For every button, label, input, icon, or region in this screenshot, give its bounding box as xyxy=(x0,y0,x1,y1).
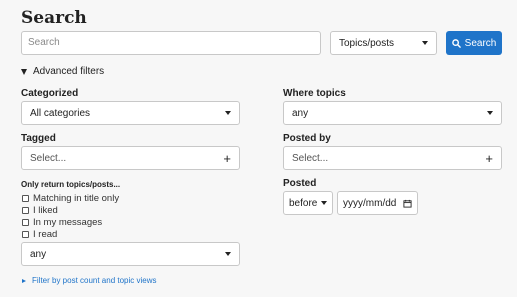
posted-by-placeholder: Select... xyxy=(292,152,329,164)
tag-select[interactable]: Select... + xyxy=(21,146,240,170)
chevron-down-icon xyxy=(487,111,493,115)
checkbox-box[interactable] xyxy=(22,195,29,202)
calendar-icon[interactable] xyxy=(403,199,412,208)
advanced-filters-toggle[interactable]: Advanced filters xyxy=(21,66,104,77)
search-button-label: Search xyxy=(464,37,497,49)
chevron-down-icon xyxy=(422,41,428,45)
tagged-label: Tagged xyxy=(21,133,56,144)
chevron-down-icon xyxy=(225,252,231,256)
categorized-label: Categorized xyxy=(21,88,79,99)
checkbox-label: In my messages xyxy=(33,217,103,228)
caret-down-icon xyxy=(21,68,27,75)
plus-icon: + xyxy=(485,150,493,166)
where-topics-value: any xyxy=(292,107,309,119)
checkbox-in-messages[interactable]: In my messages xyxy=(22,217,102,228)
checkbox-title-only[interactable]: Matching in title only xyxy=(22,193,119,204)
only-return-value: any xyxy=(30,248,47,260)
search-icon xyxy=(451,38,461,48)
page-title: Search xyxy=(21,8,87,28)
tag-placeholder: Select... xyxy=(30,152,67,164)
posted-label: Posted xyxy=(283,178,317,189)
posted-by-select[interactable]: Select... + xyxy=(283,146,502,170)
posted-when-value: before xyxy=(289,197,318,209)
search-button[interactable]: Search xyxy=(446,31,502,55)
category-select[interactable]: All categories xyxy=(21,101,240,125)
posted-date-input[interactable]: yyyy/mm/dd xyxy=(337,191,418,215)
where-topics-select[interactable]: any xyxy=(283,101,502,125)
checkbox-read[interactable]: I read xyxy=(22,229,57,240)
plus-icon: + xyxy=(223,150,231,166)
only-return-select[interactable]: any xyxy=(21,242,240,266)
checkbox-label: I read xyxy=(33,229,58,240)
filter-link-label: Filter by post count and topic views xyxy=(32,276,157,285)
advanced-filters-label: Advanced filters xyxy=(33,66,105,77)
date-placeholder: yyyy/mm/dd xyxy=(343,197,397,209)
chevron-down-icon xyxy=(321,201,327,205)
search-input[interactable]: Search xyxy=(21,31,321,55)
search-type-select[interactable]: Topics/posts xyxy=(330,31,437,55)
caret-right-icon xyxy=(22,278,26,283)
category-value: All categories xyxy=(30,107,91,119)
posted-when-select[interactable]: before xyxy=(283,191,333,215)
chevron-down-icon xyxy=(225,111,231,115)
checkbox-box[interactable] xyxy=(22,219,29,226)
search-type-value: Topics/posts xyxy=(339,37,395,49)
checkbox-label: I liked xyxy=(33,205,58,216)
only-return-label: Only return topics/posts... xyxy=(21,180,121,189)
checkbox-box[interactable] xyxy=(22,207,29,214)
posted-by-label: Posted by xyxy=(283,133,331,144)
filter-post-count-link[interactable]: Filter by post count and topic views xyxy=(22,276,157,285)
checkbox-box[interactable] xyxy=(22,231,29,238)
checkbox-liked[interactable]: I liked xyxy=(22,205,58,216)
checkbox-label: Matching in title only xyxy=(33,193,120,204)
where-topics-label: Where topics xyxy=(283,88,346,99)
